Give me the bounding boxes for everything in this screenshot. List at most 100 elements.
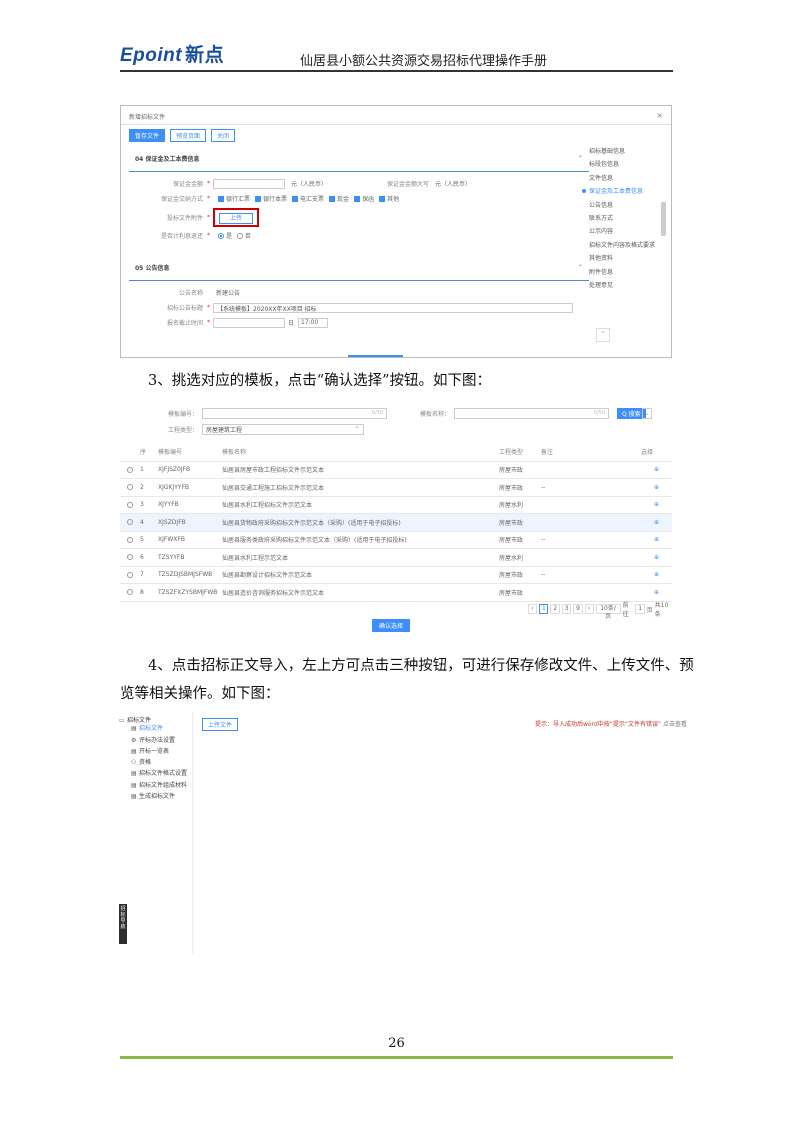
checkbox[interactable] xyxy=(218,195,224,202)
row-radio[interactable] xyxy=(127,484,133,491)
side-nav-item[interactable]: 公告信息 xyxy=(589,200,659,213)
tree-item-generate[interactable]: ▤ 生成招标文件 xyxy=(115,791,192,802)
upload-file-button[interactable]: 上传文件 xyxy=(202,718,239,731)
checkbox[interactable] xyxy=(292,195,299,202)
table-row[interactable]: 5 XJFWXFB 仙居县服务类政府采购招标文件示范文本（采购）(适用于电子招投标)… xyxy=(120,531,672,549)
type-filter-label: 工程类型： xyxy=(167,427,198,434)
table-row-highlighted[interactable]: 4 XJSZDJFB 仙居县货物政府采购招标文件示范文本（采购）(适用于电子招投标)… xyxy=(120,513,672,532)
side-nav-item[interactable]: 招标基础信息 xyxy=(589,146,659,159)
row-radio[interactable] xyxy=(127,466,133,473)
select-icon[interactable]: ⊕ xyxy=(639,548,672,567)
side-nav-item[interactable]: 联系方式 xyxy=(589,213,659,226)
side-nav-item[interactable]: 公示内容 xyxy=(589,226,659,239)
select-icon[interactable]: ⊕ xyxy=(639,566,672,584)
checkbox[interactable] xyxy=(329,195,336,202)
section-notice-header[interactable]: 05 公告信息 ⌃ xyxy=(129,255,589,281)
select-icon[interactable]: ⊕ xyxy=(639,496,672,514)
scrollbar-thumb[interactable] xyxy=(661,202,666,236)
checkbox[interactable] xyxy=(255,195,262,202)
column-header[interactable]: 模板编号 xyxy=(156,443,220,462)
tree-item-format[interactable]: ▤ 招标文件格式设置 xyxy=(115,768,192,779)
table-row[interactable]: 6 TZSYYFB 仙居县水利工程示范文本 房屋水利 ⊕ xyxy=(120,548,672,567)
table-row[interactable]: 1 XJFJSZ0JFB 仙居县房屋市政工程招标文件示范文本 房屋市政 ⊕ xyxy=(120,461,672,479)
preview-button[interactable]: 预览页面 xyxy=(170,129,207,142)
column-header: 备注 xyxy=(539,443,639,462)
tree-item-bid-opening[interactable]: ▤ 开标一览表 xyxy=(115,746,192,757)
side-nav-item[interactable]: 附件信息 xyxy=(589,267,659,280)
select-icon[interactable]: ⊕ xyxy=(639,461,672,479)
tree-root[interactable]: ▭ 招标文件 xyxy=(115,712,192,724)
scroll-top-button[interactable]: ^ xyxy=(596,328,610,342)
prev-page-button[interactable]: ‹ xyxy=(528,604,537,614)
goto-page-input[interactable]: 1 xyxy=(635,604,645,614)
table-row[interactable]: 3 XJYYFB 仙居县水利工程招标文件示范文本 房屋水利 ⊕ xyxy=(120,496,672,514)
row-name: 仙居县货物政府采购招标文件示范文本（采购）(适用于电子招投标) xyxy=(220,513,497,532)
row-index: 1 xyxy=(138,461,156,479)
side-nav-item-active[interactable]: 保证金及工本费信息 xyxy=(582,186,659,199)
side-nav-item[interactable]: 招标文件内容及格式要求 xyxy=(589,240,659,253)
deposit-input[interactable] xyxy=(213,178,285,189)
radio-no[interactable] xyxy=(237,232,244,239)
close-icon[interactable]: × xyxy=(656,111,663,120)
save-draft-button[interactable]: 暂存文件 xyxy=(129,129,166,142)
checkbox[interactable] xyxy=(379,195,386,202)
side-nav-item[interactable]: 其他资料 xyxy=(589,253,659,266)
column-header[interactable]: 工程类型 xyxy=(497,443,539,462)
select-icon[interactable]: ⊕ xyxy=(639,478,672,497)
code-search-input[interactable]: 0/50 xyxy=(202,408,387,419)
row-radio[interactable] xyxy=(127,589,133,596)
row-type: 房屋市政 xyxy=(497,461,539,479)
select-icon[interactable]: ⊕ xyxy=(639,513,672,532)
row-radio[interactable] xyxy=(127,571,133,578)
table-row[interactable]: 8 TZSZFXZYSBMJFWB 仙居县造价咨询服务招标文件示范文本 房屋市政 ⊕ xyxy=(120,583,672,602)
close-button[interactable]: 关闭 xyxy=(211,129,236,142)
type-filter-select[interactable]: 房屋建筑工程 xyxy=(202,422,364,435)
deadline-date-input[interactable] xyxy=(213,317,285,328)
section-deposit-header[interactable]: 04 保证金及工本费信息 ⌃ xyxy=(129,146,589,172)
tree-item-evaluation[interactable]: ⚙ 评标办法设置 xyxy=(115,735,192,746)
page-button-current[interactable]: 1 xyxy=(539,604,549,614)
checkbox[interactable] xyxy=(354,195,361,202)
tree-item-label: 招标文件格式设置 xyxy=(139,770,188,778)
select-icon[interactable]: ⊕ xyxy=(639,583,672,602)
pay-method-option: 保函 xyxy=(362,196,375,203)
side-nav-item[interactable]: 标段包信息 xyxy=(589,159,659,172)
table-row[interactable]: 7 TZSZDJSBMJSFWB 仙居县勘察设计招标文件示范文本 房屋市政 -- ⊕ xyxy=(120,566,672,584)
page-button[interactable]: 9 xyxy=(573,604,583,614)
row-name: 仙居县水利工程示范文本 xyxy=(220,548,497,567)
column-header[interactable]: 模板名称 xyxy=(220,443,497,462)
notice-title-input[interactable]: 【系统模板】2020XX年XX项目 招标 xyxy=(213,302,573,313)
row-note: -- xyxy=(539,531,639,549)
row-radio[interactable] xyxy=(127,554,133,561)
upload-button[interactable]: 上传 xyxy=(219,212,254,224)
row-note xyxy=(539,513,639,532)
confirm-select-button[interactable]: 确认选择 xyxy=(372,619,411,632)
select-icon[interactable]: ⊕ xyxy=(639,531,672,549)
page-button[interactable]: 3 xyxy=(561,604,572,614)
row-code: XJSZDJFB xyxy=(156,513,220,532)
page-size-select[interactable]: 10条/页 xyxy=(595,604,621,620)
row-radio[interactable] xyxy=(127,536,133,543)
chevron-down-icon[interactable]: ⌄ xyxy=(642,408,652,419)
tree-item-materials[interactable]: ▤ 招标文件组成材料 xyxy=(115,780,192,791)
row-index: 6 xyxy=(138,548,156,567)
table-row[interactable]: 2 XJGKJYYFB 仙居县交通工程施工招标文件示范文本 房屋市政 -- ⊕ xyxy=(120,478,672,497)
chevron-up-icon[interactable]: ⌃ xyxy=(578,155,583,162)
chevron-up-icon[interactable]: ⌃ xyxy=(578,264,583,271)
side-nav-item[interactable]: 文件信息 xyxy=(589,173,659,186)
page-button[interactable]: 2 xyxy=(550,604,560,614)
tree-item-tender-file[interactable]: ▤ 招标文件 xyxy=(115,723,192,734)
side-nav-item[interactable]: 处理意见 xyxy=(589,280,659,293)
name-search-input[interactable]: 0/50 xyxy=(454,408,609,419)
row-radio[interactable] xyxy=(127,501,133,508)
next-page-button[interactable]: › xyxy=(584,604,594,614)
notice-title-row: 招标公告标题 * 【系统模板】2020XX年XX项目 招标 xyxy=(129,300,589,315)
hint-link[interactable]: 点击查看 xyxy=(663,721,687,728)
deadline-time-select[interactable]: 17:00 xyxy=(298,317,329,328)
row-radio[interactable] xyxy=(127,519,133,526)
row-code: TZSZFXZYSBMJFWB xyxy=(156,583,220,602)
generate-icon: ▤ xyxy=(131,793,137,801)
radio-yes[interactable] xyxy=(218,232,224,239)
navigation-float-tab[interactable]: 招标导航 xyxy=(119,904,127,944)
tree-item-qualification[interactable]: ⚇ 资格 xyxy=(115,757,192,768)
